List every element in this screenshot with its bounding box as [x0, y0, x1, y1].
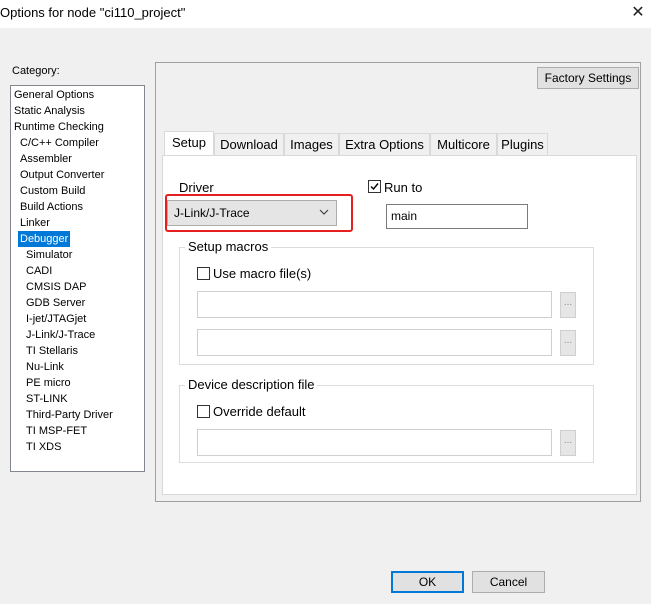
sidebar-item-c-c-compiler[interactable]: C/C++ Compiler — [18, 135, 101, 151]
macro-browse-button-2[interactable]: ... — [560, 330, 576, 356]
checkmark-icon — [370, 183, 379, 191]
sidebar-item-i-jet-jtagjet[interactable]: I-jet/JTAGjet — [24, 311, 88, 327]
run-to-input[interactable]: main — [386, 204, 528, 229]
run-to-label: Run to — [384, 180, 423, 195]
tab-plugins[interactable]: Plugins — [497, 133, 548, 155]
sidebar-item-j-link-j-trace[interactable]: J-Link/J-Trace — [24, 327, 97, 343]
sidebar-item-nu-link[interactable]: Nu-Link — [24, 359, 66, 375]
use-macro-label: Use macro file(s) — [213, 266, 312, 281]
tab-images[interactable]: Images — [284, 133, 339, 155]
sidebar-item-assembler[interactable]: Assembler — [18, 151, 74, 167]
macro-file-input-2[interactable] — [197, 329, 552, 356]
driver-label: Driver — [179, 180, 214, 195]
device-browse-button[interactable]: ... — [560, 430, 576, 456]
sidebar-item-cmsis-dap[interactable]: CMSIS DAP — [24, 279, 89, 295]
override-default-label: Override default — [213, 404, 306, 419]
device-file-input[interactable] — [197, 429, 552, 456]
sidebar-item-runtime-checking[interactable]: Runtime Checking — [12, 119, 106, 135]
sidebar-item-ti-xds[interactable]: TI XDS — [24, 439, 63, 455]
macro-browse-button-1[interactable]: ... — [560, 292, 576, 318]
ok-button[interactable]: OK — [391, 571, 464, 593]
window-title: Options for node "ci110_project" — [0, 5, 186, 20]
highlight-box — [165, 194, 353, 232]
sidebar-item-st-link[interactable]: ST-LINK — [24, 391, 70, 407]
sidebar-item-simulator[interactable]: Simulator — [24, 247, 74, 263]
sidebar-item-debugger[interactable]: Debugger — [18, 231, 71, 247]
sidebar-item-cadi[interactable]: CADI — [24, 263, 54, 279]
use-macro-checkbox[interactable] — [197, 267, 210, 280]
cancel-button[interactable]: Cancel — [472, 571, 545, 593]
sidebar-item-general-options[interactable]: General Options — [12, 87, 96, 103]
sidebar-item-ti-stellaris[interactable]: TI Stellaris — [24, 343, 80, 359]
sidebar-item-build-actions[interactable]: Build Actions — [18, 199, 85, 215]
tab-setup[interactable]: Setup — [164, 131, 214, 155]
sidebar-item-gdb-server[interactable]: GDB Server — [24, 295, 87, 311]
sidebar-item-custom-build[interactable]: Custom Build — [18, 183, 87, 199]
factory-settings-button[interactable]: Factory Settings — [537, 67, 639, 89]
close-icon[interactable]: ✕ — [628, 3, 648, 23]
macro-file-input-1[interactable] — [197, 291, 552, 318]
device-description-title: Device description file — [185, 377, 318, 392]
tab-extra-options[interactable]: Extra Options — [339, 133, 430, 155]
category-label: Category: — [12, 65, 60, 77]
override-default-checkbox[interactable] — [197, 405, 210, 418]
setup-macros-title: Setup macros — [185, 239, 272, 254]
sidebar-item-third-party-driver[interactable]: Third-Party Driver — [24, 407, 115, 423]
run-to-checkbox[interactable] — [368, 180, 381, 193]
sidebar-item-output-converter[interactable]: Output Converter — [18, 167, 106, 183]
tab-multicore[interactable]: Multicore — [430, 133, 497, 155]
category-tree[interactable]: General Options Static Analysis Runtime Ch… — [10, 85, 145, 472]
sidebar-item-linker[interactable]: Linker — [18, 215, 52, 231]
sidebar-item-ti-msp-fet[interactable]: TI MSP-FET — [24, 423, 89, 439]
tab-download[interactable]: Download — [214, 133, 284, 155]
sidebar-item-pe-micro[interactable]: PE micro — [24, 375, 73, 391]
sidebar-item-static-analysis[interactable]: Static Analysis — [12, 103, 87, 119]
